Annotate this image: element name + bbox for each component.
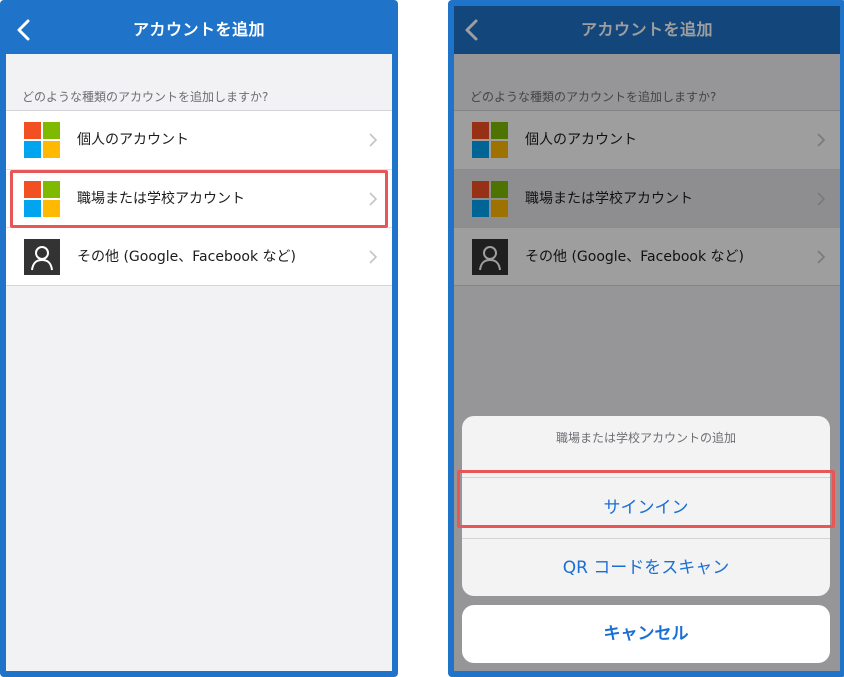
action-sheet-title: 職場または学校アカウントの追加 [555,431,736,445]
chevron-right-icon [369,250,378,264]
account-type-prompt: どのような種類のアカウントを追加しますか? [22,90,269,104]
list-item-other-account[interactable]: その他 (Google、Facebook など) [6,227,392,285]
microsoft-logo-icon [24,122,60,158]
right-phone-frame: アカウントを追加 どのような種類のアカウントを追加しますか? 個人のアカウント … [448,0,844,677]
person-icon [24,239,60,275]
right-screen: アカウントを追加 どのような種類のアカウントを追加しますか? 個人のアカウント … [454,6,840,671]
list-item-label: 個人のアカウント [77,132,189,148]
chevron-right-icon [369,133,378,147]
nav-bar: アカウントを追加 [6,6,392,54]
highlight-box-work-school [10,170,388,228]
list-item-personal-account[interactable]: 個人のアカウント [6,111,392,169]
page-title: アカウントを追加 [132,20,265,39]
scan-qr-code-button[interactable]: QR コードをスキャン [462,538,830,596]
highlight-box-sign-in [457,470,835,528]
left-screen: アカウントを追加 どのような種類のアカウントを追加しますか? 個人のアカウント … [6,6,392,671]
cancel-button[interactable]: キャンセル [462,605,830,663]
left-phone-frame: アカウントを追加 どのような種類のアカウントを追加しますか? 個人のアカウント … [0,0,398,677]
list-item-label: その他 (Google、Facebook など) [77,249,296,265]
